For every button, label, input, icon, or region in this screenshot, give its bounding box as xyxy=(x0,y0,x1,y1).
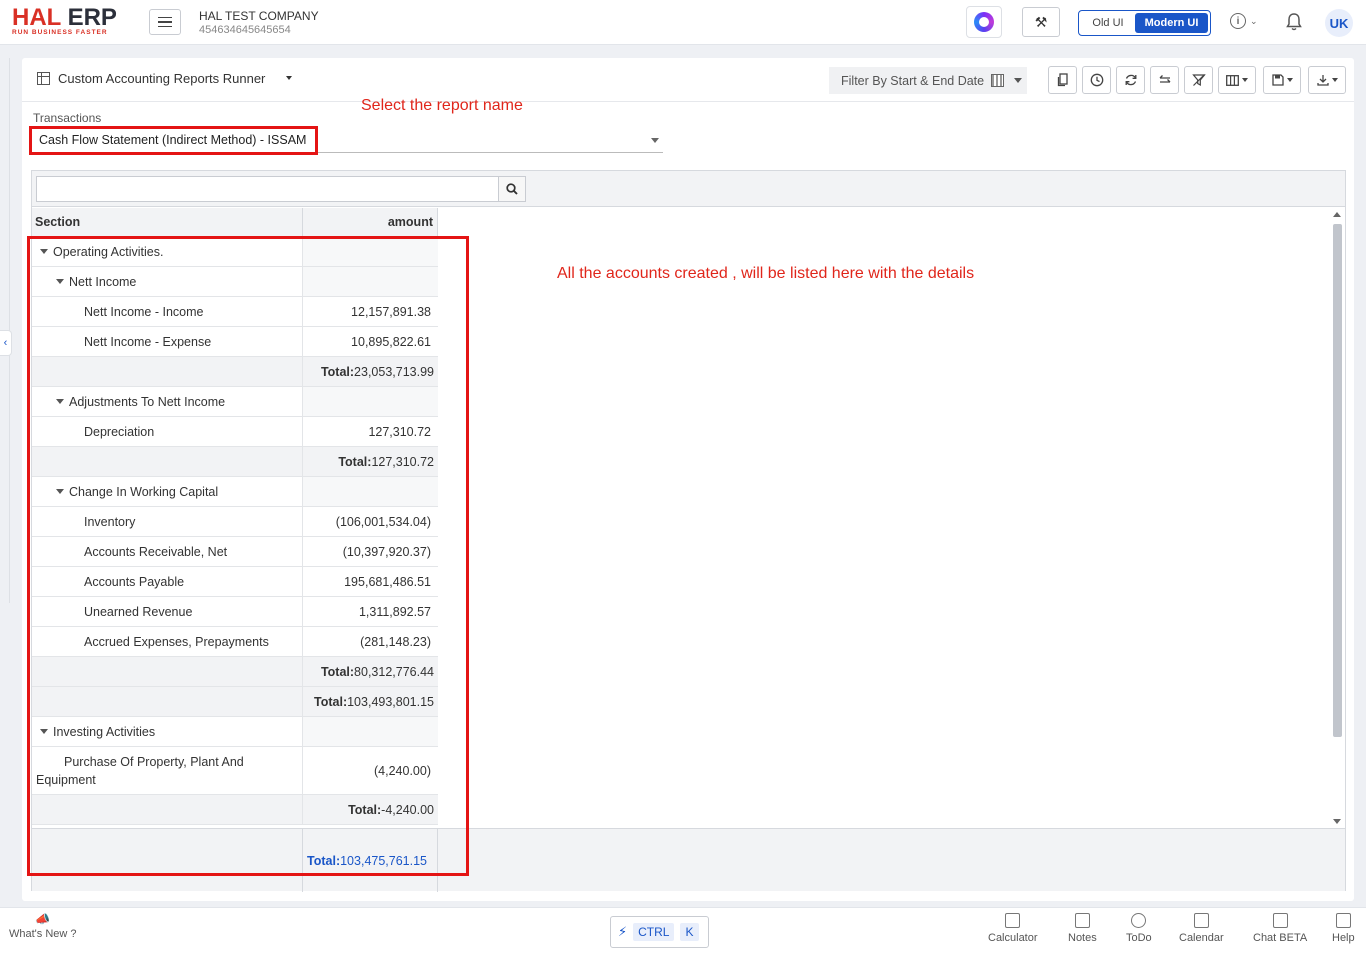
report-card: Custom Accounting Reports Runner Filter … xyxy=(22,58,1354,901)
chevron-down-icon xyxy=(1286,78,1293,82)
help-icon xyxy=(1335,913,1351,928)
chevron-down-icon xyxy=(651,138,659,143)
calendar-button[interactable]: Calendar xyxy=(1179,913,1224,944)
card-header: Custom Accounting Reports Runner Filter … xyxy=(22,58,1354,102)
swap-button[interactable] xyxy=(1150,66,1179,94)
chevron-down-icon xyxy=(1331,78,1338,82)
ai-assistant-icon xyxy=(974,12,994,32)
grid-search-bar xyxy=(32,171,1345,207)
bottom-bar: 📣 What's New ? ⚡ CTRL K Calculator Notes… xyxy=(0,907,1366,954)
old-ui-option[interactable]: Old UI xyxy=(1081,13,1135,33)
ctrl-key: CTRL xyxy=(633,923,675,941)
chevron-left-icon: ‹ xyxy=(3,337,8,349)
calendar-icon xyxy=(991,74,1004,87)
column-header-amount[interactable]: amount xyxy=(303,208,438,237)
save-icon xyxy=(1271,74,1284,86)
hamburger-menu-button[interactable] xyxy=(149,9,181,35)
columns-button[interactable] xyxy=(1218,66,1256,94)
highlight-accounts-grid xyxy=(27,236,469,876)
calendar-label: Calendar xyxy=(1179,932,1224,944)
download-icon xyxy=(1316,75,1329,86)
columns-icon xyxy=(1226,74,1239,86)
filter-off-icon xyxy=(1191,74,1206,87)
calculator-label: Calculator xyxy=(988,932,1038,944)
notification-bell-icon[interactable] xyxy=(1285,12,1303,32)
notes-icon xyxy=(1074,913,1090,928)
logo-erp: ERP xyxy=(67,4,117,31)
highlight-report-select xyxy=(29,126,318,155)
ui-mode-toggle[interactable]: Old UI Modern UI xyxy=(1078,10,1211,36)
save-view-button[interactable] xyxy=(1263,66,1301,94)
k-key: K xyxy=(680,923,699,941)
tools-button[interactable]: ⚒ xyxy=(1022,7,1060,37)
logo-tagline: RUN BUSINESS FASTER xyxy=(12,29,108,36)
copy-icon xyxy=(1057,73,1068,87)
logo-hal: HAL xyxy=(12,4,61,31)
calendar-icon xyxy=(1193,913,1209,928)
megaphone-icon: 📣 xyxy=(35,912,51,926)
chevron-down-icon xyxy=(1242,78,1248,82)
top-bar: HAL ERP RUN BUSINESS FASTER HAL TEST COM… xyxy=(0,0,1366,45)
calculator-icon xyxy=(1005,913,1021,928)
copy-button[interactable] xyxy=(1048,66,1077,94)
notes-button[interactable]: Notes xyxy=(1068,913,1097,944)
help-label: Help xyxy=(1332,932,1355,944)
chat-label: Chat BETA xyxy=(1253,932,1308,944)
column-header-section[interactable]: Section xyxy=(32,208,303,237)
date-filter-label: Filter By Start & End Date xyxy=(841,73,985,88)
clock-icon xyxy=(1090,73,1103,87)
help-button[interactable]: Help xyxy=(1332,913,1355,944)
calculator-button[interactable]: Calculator xyxy=(988,913,1038,944)
info-menu-button[interactable]: i ⌄ xyxy=(1230,13,1258,29)
company-id: 454634645645654 xyxy=(199,24,291,36)
todo-button[interactable]: ToDo xyxy=(1126,913,1152,944)
chat-icon xyxy=(1272,913,1288,928)
download-button[interactable] xyxy=(1308,66,1346,94)
user-avatar[interactable]: UK xyxy=(1325,9,1353,37)
annotation-select-report: Select the report name xyxy=(361,97,523,114)
lightning-icon: ⚡ xyxy=(618,924,628,939)
chat-button[interactable]: Chat BETA xyxy=(1253,913,1307,944)
scrollbar-thumb[interactable] xyxy=(1333,224,1342,737)
scroll-down-arrow-icon[interactable] xyxy=(1333,819,1341,824)
todo-check-icon xyxy=(1131,913,1147,928)
transactions-label: Transactions xyxy=(33,111,102,125)
grid-search-input[interactable] xyxy=(36,176,499,202)
info-icon: i xyxy=(1230,13,1246,29)
grid-search-button[interactable] xyxy=(499,176,526,202)
todo-label: ToDo xyxy=(1126,932,1152,944)
chevron-down-icon: ⌄ xyxy=(1250,15,1258,26)
whats-new-button[interactable]: 📣 What's New ? xyxy=(9,912,77,940)
ai-assistant-button[interactable] xyxy=(966,6,1002,38)
company-switcher[interactable]: HAL TEST COMPANY 454634645645654 xyxy=(199,9,319,36)
modern-ui-option[interactable]: Modern UI xyxy=(1135,13,1208,33)
date-range-filter[interactable]: Filter By Start & End Date xyxy=(829,67,1027,94)
scroll-up-arrow-icon[interactable] xyxy=(1333,212,1341,217)
title-dropdown-caret-icon[interactable] xyxy=(286,76,292,80)
table-icon xyxy=(37,72,50,85)
hal-erp-logo[interactable]: HAL ERP RUN BUSINESS FASTER xyxy=(12,4,117,37)
sidebar-expand-button[interactable]: ‹ xyxy=(0,330,12,356)
chevron-down-icon xyxy=(1014,78,1022,83)
refresh-button[interactable] xyxy=(1116,66,1145,94)
refresh-icon xyxy=(1125,74,1136,86)
grid-vertical-scrollbar[interactable] xyxy=(1330,209,1344,828)
page-title: Custom Accounting Reports Runner xyxy=(58,71,266,86)
tools-icon: ⚒ xyxy=(1034,13,1048,30)
search-icon xyxy=(506,183,518,195)
history-button[interactable] xyxy=(1082,66,1111,94)
notes-label: Notes xyxy=(1068,932,1097,944)
clear-filter-button[interactable] xyxy=(1184,66,1213,94)
company-name: HAL TEST COMPANY xyxy=(199,9,319,23)
command-palette-button[interactable]: ⚡ CTRL K xyxy=(610,916,709,948)
annotation-accounts-listed: All the accounts created , will be liste… xyxy=(557,265,975,282)
whats-new-label: What's New ? xyxy=(9,928,77,940)
swap-arrows-icon xyxy=(1159,75,1170,83)
